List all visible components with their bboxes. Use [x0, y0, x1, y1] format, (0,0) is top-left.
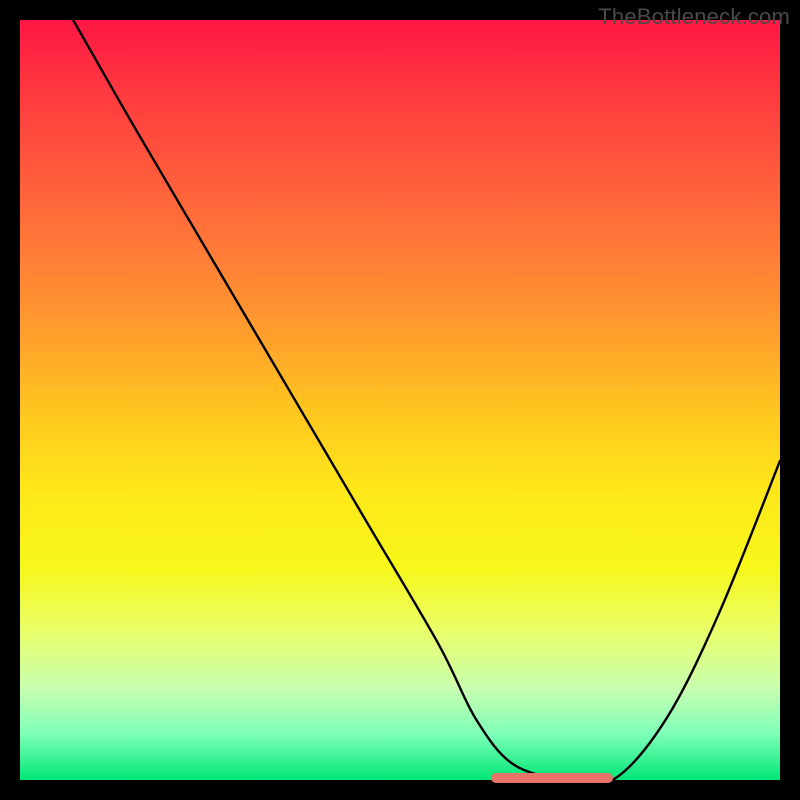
chart-frame: TheBottleneck.com [0, 0, 800, 800]
curve-svg [20, 20, 780, 780]
bottleneck-curve [73, 20, 780, 780]
plot-area [20, 20, 780, 780]
optimal-range-marker [491, 773, 613, 783]
watermark-text: TheBottleneck.com [598, 4, 790, 30]
